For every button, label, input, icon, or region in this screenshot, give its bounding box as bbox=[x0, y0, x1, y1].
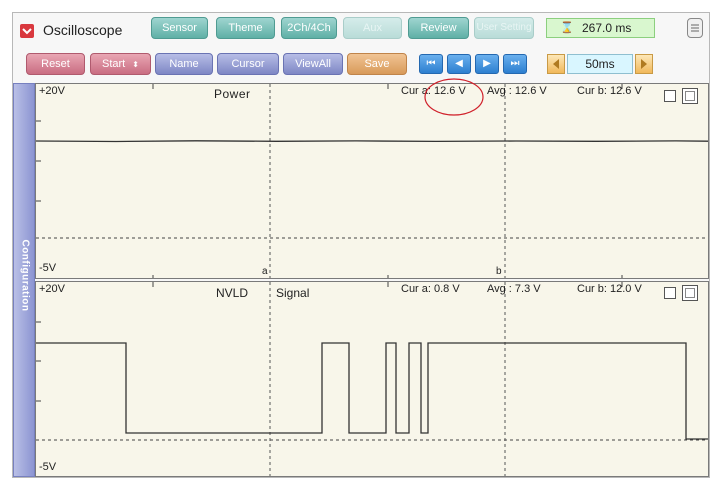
tab-user-setting: User Setting bbox=[474, 17, 534, 39]
tab-theme[interactable]: Theme bbox=[216, 17, 275, 39]
channel2-checkbox[interactable] bbox=[664, 287, 676, 299]
name-button[interactable]: Name bbox=[155, 53, 213, 75]
configuration-sidebar[interactable]: Configuration bbox=[13, 83, 35, 477]
channel1-plot[interactable]: +20V -5V Power Cur a: 12.6 V Avg : 12.6 … bbox=[35, 83, 709, 279]
tab-sensor[interactable]: Sensor bbox=[151, 17, 208, 39]
time-value: 267.0 ms bbox=[582, 21, 632, 35]
channel1-average-value: Avg : 12.6 V bbox=[487, 85, 547, 97]
channel1-name: Power bbox=[214, 87, 251, 101]
channel1-maximize-button[interactable] bbox=[682, 88, 698, 104]
timebase-decrease-button[interactable] bbox=[547, 54, 565, 74]
next-icon: ▶ bbox=[483, 58, 491, 69]
save-button[interactable]: Save bbox=[347, 53, 407, 75]
cursor-a-marker[interactable]: a bbox=[262, 266, 268, 277]
timer-icon: ⌛ bbox=[560, 22, 574, 34]
channel1-ymin: -5V bbox=[39, 262, 57, 274]
channel2-plot[interactable]: +20V -5V NVLD Signal Cur a: 0.8 V Avg : … bbox=[35, 281, 709, 477]
updown-icon: ⬍ bbox=[132, 60, 139, 69]
reset-button[interactable]: Reset bbox=[26, 53, 85, 75]
time-display: ⌛ 267.0 ms bbox=[546, 18, 655, 38]
start-button[interactable]: Start ⬍ bbox=[90, 53, 151, 75]
prev-button[interactable]: ◀ bbox=[447, 54, 471, 74]
channel1-cursor-b-value: Cur b: 12.6 V bbox=[577, 85, 642, 97]
cursor-b-marker[interactable]: b bbox=[496, 266, 502, 277]
channel1-checkbox[interactable] bbox=[664, 90, 676, 102]
timebase-increase-button[interactable] bbox=[635, 54, 653, 74]
tab-2ch-4ch[interactable]: 2Ch/4Ch bbox=[281, 17, 337, 39]
first-button[interactable]: ⏮ bbox=[419, 54, 443, 74]
next-button[interactable]: ▶ bbox=[475, 54, 499, 74]
channel2-grid bbox=[36, 282, 708, 476]
prev-icon: ◀ bbox=[455, 58, 463, 69]
app-logo-icon bbox=[20, 24, 34, 38]
app-title: Oscilloscope bbox=[43, 22, 123, 38]
last-icon: ⏭ bbox=[510, 58, 520, 69]
channel2-average-value: Avg : 7.3 V bbox=[487, 283, 541, 295]
oscilloscope-window: Oscilloscope Sensor Theme 2Ch/4Ch Aux Re… bbox=[12, 12, 710, 478]
timebase-field[interactable]: 50ms bbox=[567, 54, 633, 74]
channel2-cursor-a-value: Cur a: 0.8 V bbox=[401, 283, 460, 295]
channel1-grid bbox=[36, 84, 708, 278]
channel2-ymin: -5V bbox=[39, 461, 57, 473]
viewall-button[interactable]: ViewAll bbox=[283, 53, 343, 75]
first-icon: ⏮ bbox=[426, 58, 436, 69]
menu-icon[interactable] bbox=[687, 18, 703, 38]
channel2-name-right: Signal bbox=[276, 286, 310, 300]
tab-review[interactable]: Review bbox=[408, 17, 469, 39]
cursor-button[interactable]: Cursor bbox=[217, 53, 279, 75]
highlight-ellipse bbox=[424, 78, 484, 116]
sidebar-label: Configuration bbox=[19, 239, 31, 312]
tab-aux: Aux bbox=[343, 17, 402, 39]
last-button[interactable]: ⏭ bbox=[503, 54, 527, 74]
channel2-name-left: NVLD bbox=[216, 286, 249, 300]
channel2-cursor-b-value: Cur b: 12.0 V bbox=[577, 283, 642, 295]
channel1-ymax: +20V bbox=[39, 85, 65, 97]
channel2-maximize-button[interactable] bbox=[682, 285, 698, 301]
channel2-trace bbox=[36, 342, 708, 440]
channel1-trace bbox=[36, 140, 708, 143]
start-label: Start bbox=[102, 58, 126, 70]
channel2-ymax: +20V bbox=[39, 283, 65, 295]
